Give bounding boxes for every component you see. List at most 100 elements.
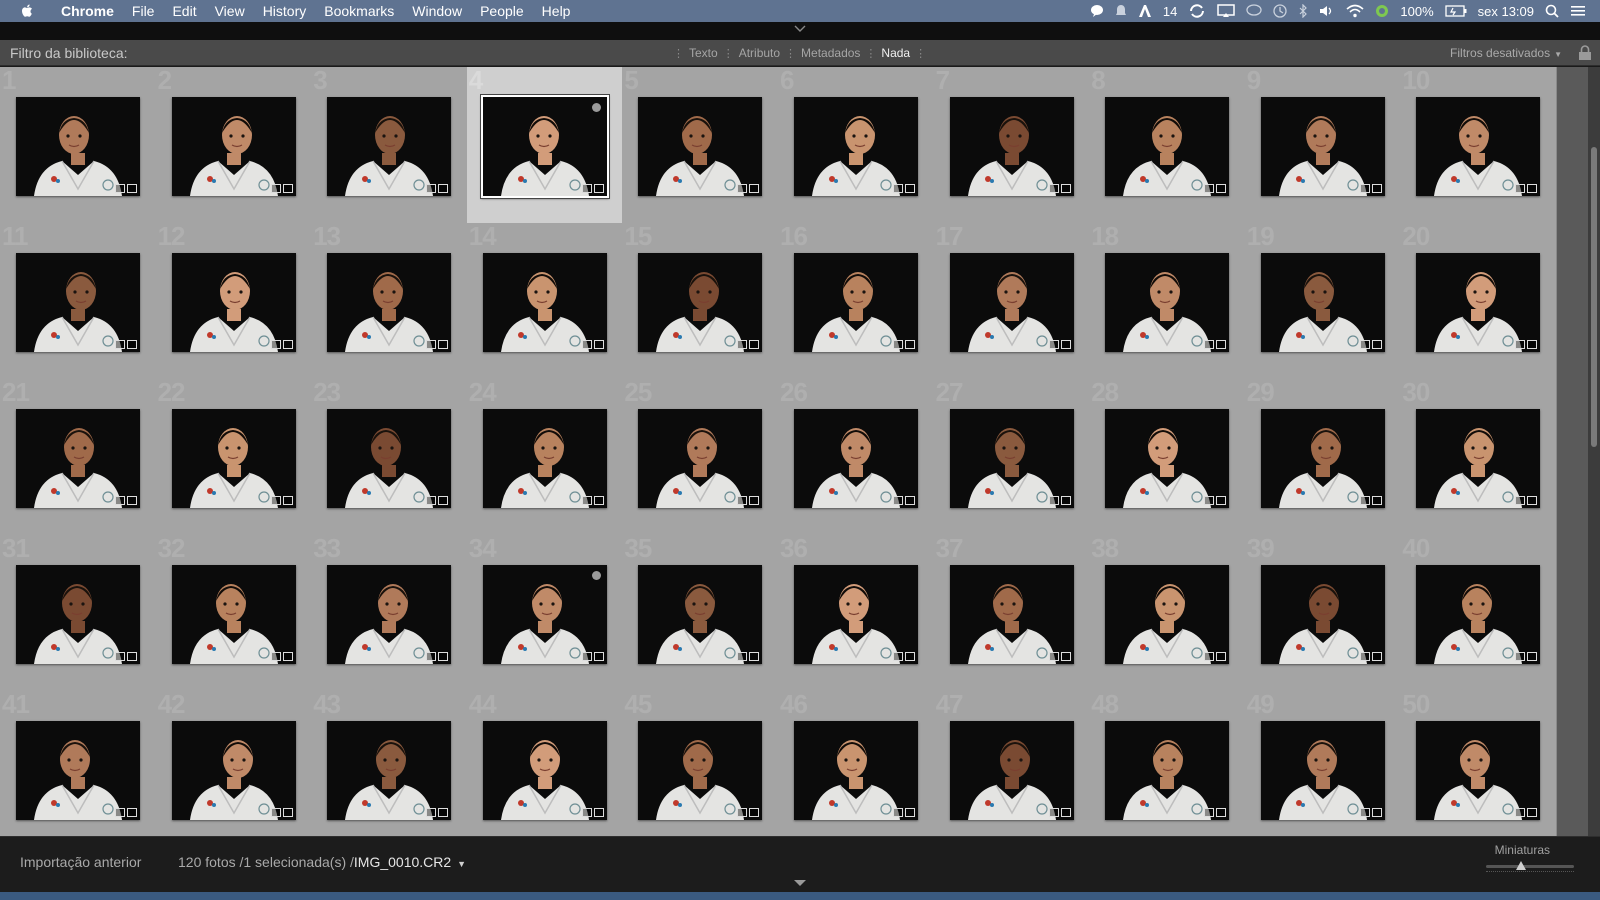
grid-cell[interactable]: 28 [1089, 379, 1247, 537]
grid-cell[interactable]: 33 [311, 535, 469, 693]
slider-knob[interactable] [1516, 861, 1526, 870]
photo-thumbnail[interactable] [1416, 565, 1541, 664]
photo-thumbnail[interactable] [1416, 721, 1541, 820]
adobe-icon[interactable] [1138, 0, 1152, 22]
grid-cell[interactable]: 43 [311, 691, 469, 836]
metadata-badge-icon[interactable] [1359, 496, 1370, 505]
grid-cell[interactable]: 4 [466, 67, 624, 225]
menu-edit[interactable]: Edit [163, 0, 205, 22]
develop-adjusted-badge-icon[interactable] [905, 184, 915, 193]
grid-cell[interactable]: 30 [1400, 379, 1558, 537]
photo-thumbnail[interactable] [638, 721, 763, 820]
photo-thumbnail[interactable] [949, 409, 1074, 508]
grid-cell[interactable]: 25 [622, 379, 780, 537]
photo-thumbnail[interactable] [327, 721, 452, 820]
grid-cell[interactable]: 36 [778, 535, 935, 693]
photo-thumbnail[interactable] [638, 253, 763, 352]
photo-thumbnail[interactable] [171, 409, 296, 508]
develop-adjusted-badge-icon[interactable] [1060, 184, 1071, 193]
grid-cell[interactable]: 7 [933, 67, 1091, 225]
develop-adjusted-badge-icon[interactable] [127, 184, 137, 193]
develop-adjusted-badge-icon[interactable] [1060, 496, 1071, 505]
metadata-badge-icon[interactable] [737, 496, 748, 505]
metadata-badge-icon[interactable] [115, 808, 125, 817]
develop-adjusted-badge-icon[interactable] [438, 808, 449, 817]
grid-cell[interactable]: 37 [933, 535, 1091, 693]
metadata-badge-icon[interactable] [1359, 652, 1370, 661]
grid-cell[interactable]: 39 [1244, 535, 1402, 693]
grid-cell[interactable]: 46 [778, 691, 935, 836]
grid-cell[interactable]: 45 [622, 691, 780, 836]
metadata-badge-icon[interactable] [581, 340, 592, 349]
develop-adjusted-badge-icon[interactable] [127, 496, 137, 505]
photo-thumbnail[interactable] [794, 409, 918, 508]
develop-adjusted-badge-icon[interactable] [749, 184, 760, 193]
develop-adjusted-badge-icon[interactable] [749, 808, 760, 817]
photo-thumbnail[interactable] [171, 97, 296, 196]
metadata-badge-icon[interactable] [426, 496, 437, 505]
photo-thumbnail[interactable] [638, 565, 763, 664]
develop-adjusted-badge-icon[interactable] [1527, 340, 1538, 349]
metadata-badge-icon[interactable] [426, 184, 437, 193]
menu-window[interactable]: Window [403, 0, 471, 22]
grid-cell[interactable]: 35 [622, 535, 780, 693]
grid-cell[interactable]: 18 [1089, 223, 1247, 381]
grid-cell[interactable]: 12 [155, 223, 313, 381]
metadata-badge-icon[interactable] [270, 184, 281, 193]
develop-adjusted-badge-icon[interactable] [282, 184, 293, 193]
photo-thumbnail[interactable] [1416, 253, 1541, 352]
metadata-badge-icon[interactable] [270, 340, 281, 349]
photo-thumbnail[interactable] [1105, 565, 1230, 664]
bell-icon[interactable] [1115, 0, 1127, 22]
source-label[interactable]: Importação anterior [20, 854, 141, 870]
app-status-icon[interactable] [1375, 0, 1389, 22]
photo-thumbnail[interactable] [171, 721, 296, 820]
metadata-badge-icon[interactable] [426, 652, 437, 661]
develop-adjusted-badge-icon[interactable] [749, 340, 760, 349]
develop-adjusted-badge-icon[interactable] [1216, 184, 1227, 193]
messages-icon[interactable] [1246, 0, 1263, 22]
grid-cell[interactable]: 38 [1089, 535, 1247, 693]
menu-bookmarks[interactable]: Bookmarks [315, 0, 403, 22]
metadata-badge-icon[interactable] [115, 340, 125, 349]
chat-bubble-icon[interactable] [1090, 0, 1104, 22]
photo-thumbnail[interactable] [479, 94, 610, 199]
scrollbar-thumb[interactable] [1591, 147, 1597, 447]
develop-adjusted-badge-icon[interactable] [593, 808, 604, 817]
develop-adjusted-badge-icon[interactable] [905, 808, 915, 817]
develop-adjusted-badge-icon[interactable] [1060, 808, 1071, 817]
photo-thumbnail[interactable] [327, 97, 452, 196]
spotlight-search-icon[interactable] [1545, 0, 1559, 22]
metadata-badge-icon[interactable] [426, 340, 437, 349]
grid-cell[interactable]: 44 [466, 691, 624, 836]
grid-cell[interactable]: 42 [155, 691, 313, 836]
photo-thumbnail[interactable] [794, 565, 918, 664]
metadata-badge-icon[interactable] [1515, 496, 1526, 505]
photo-thumbnail[interactable] [949, 721, 1074, 820]
metadata-badge-icon[interactable] [581, 652, 592, 661]
develop-adjusted-badge-icon[interactable] [905, 496, 915, 505]
photo-thumbnail[interactable] [327, 565, 452, 664]
photo-thumbnail[interactable] [171, 253, 296, 352]
menu-people[interactable]: People [471, 0, 533, 22]
photo-thumbnail[interactable] [949, 253, 1074, 352]
battery-icon[interactable] [1444, 0, 1467, 22]
photo-thumbnail[interactable] [1260, 721, 1385, 820]
grid-cell[interactable]: 31 [0, 535, 157, 693]
menu-file[interactable]: File [123, 0, 164, 22]
tab-atributo[interactable]: Atributo [739, 46, 780, 60]
grid-cell[interactable]: 40 [1400, 535, 1558, 693]
grid-cell[interactable]: 19 [1244, 223, 1402, 381]
grid-cell[interactable]: 27 [933, 379, 1091, 537]
photo-thumbnail[interactable] [327, 409, 452, 508]
lock-icon[interactable] [1578, 45, 1592, 61]
tab-texto[interactable]: Texto [689, 46, 718, 60]
develop-adjusted-badge-icon[interactable] [282, 496, 293, 505]
metadata-badge-icon[interactable] [581, 184, 592, 193]
metadata-badge-icon[interactable] [893, 808, 903, 817]
selection-info[interactable]: 120 fotos /1 selecionada(s) /IMG_0010.CR… [178, 854, 466, 870]
time-machine-icon[interactable] [1273, 0, 1288, 22]
grid-cell[interactable]: 6 [778, 67, 935, 225]
photo-thumbnail[interactable] [638, 97, 763, 196]
photo-thumbnail[interactable] [949, 565, 1074, 664]
